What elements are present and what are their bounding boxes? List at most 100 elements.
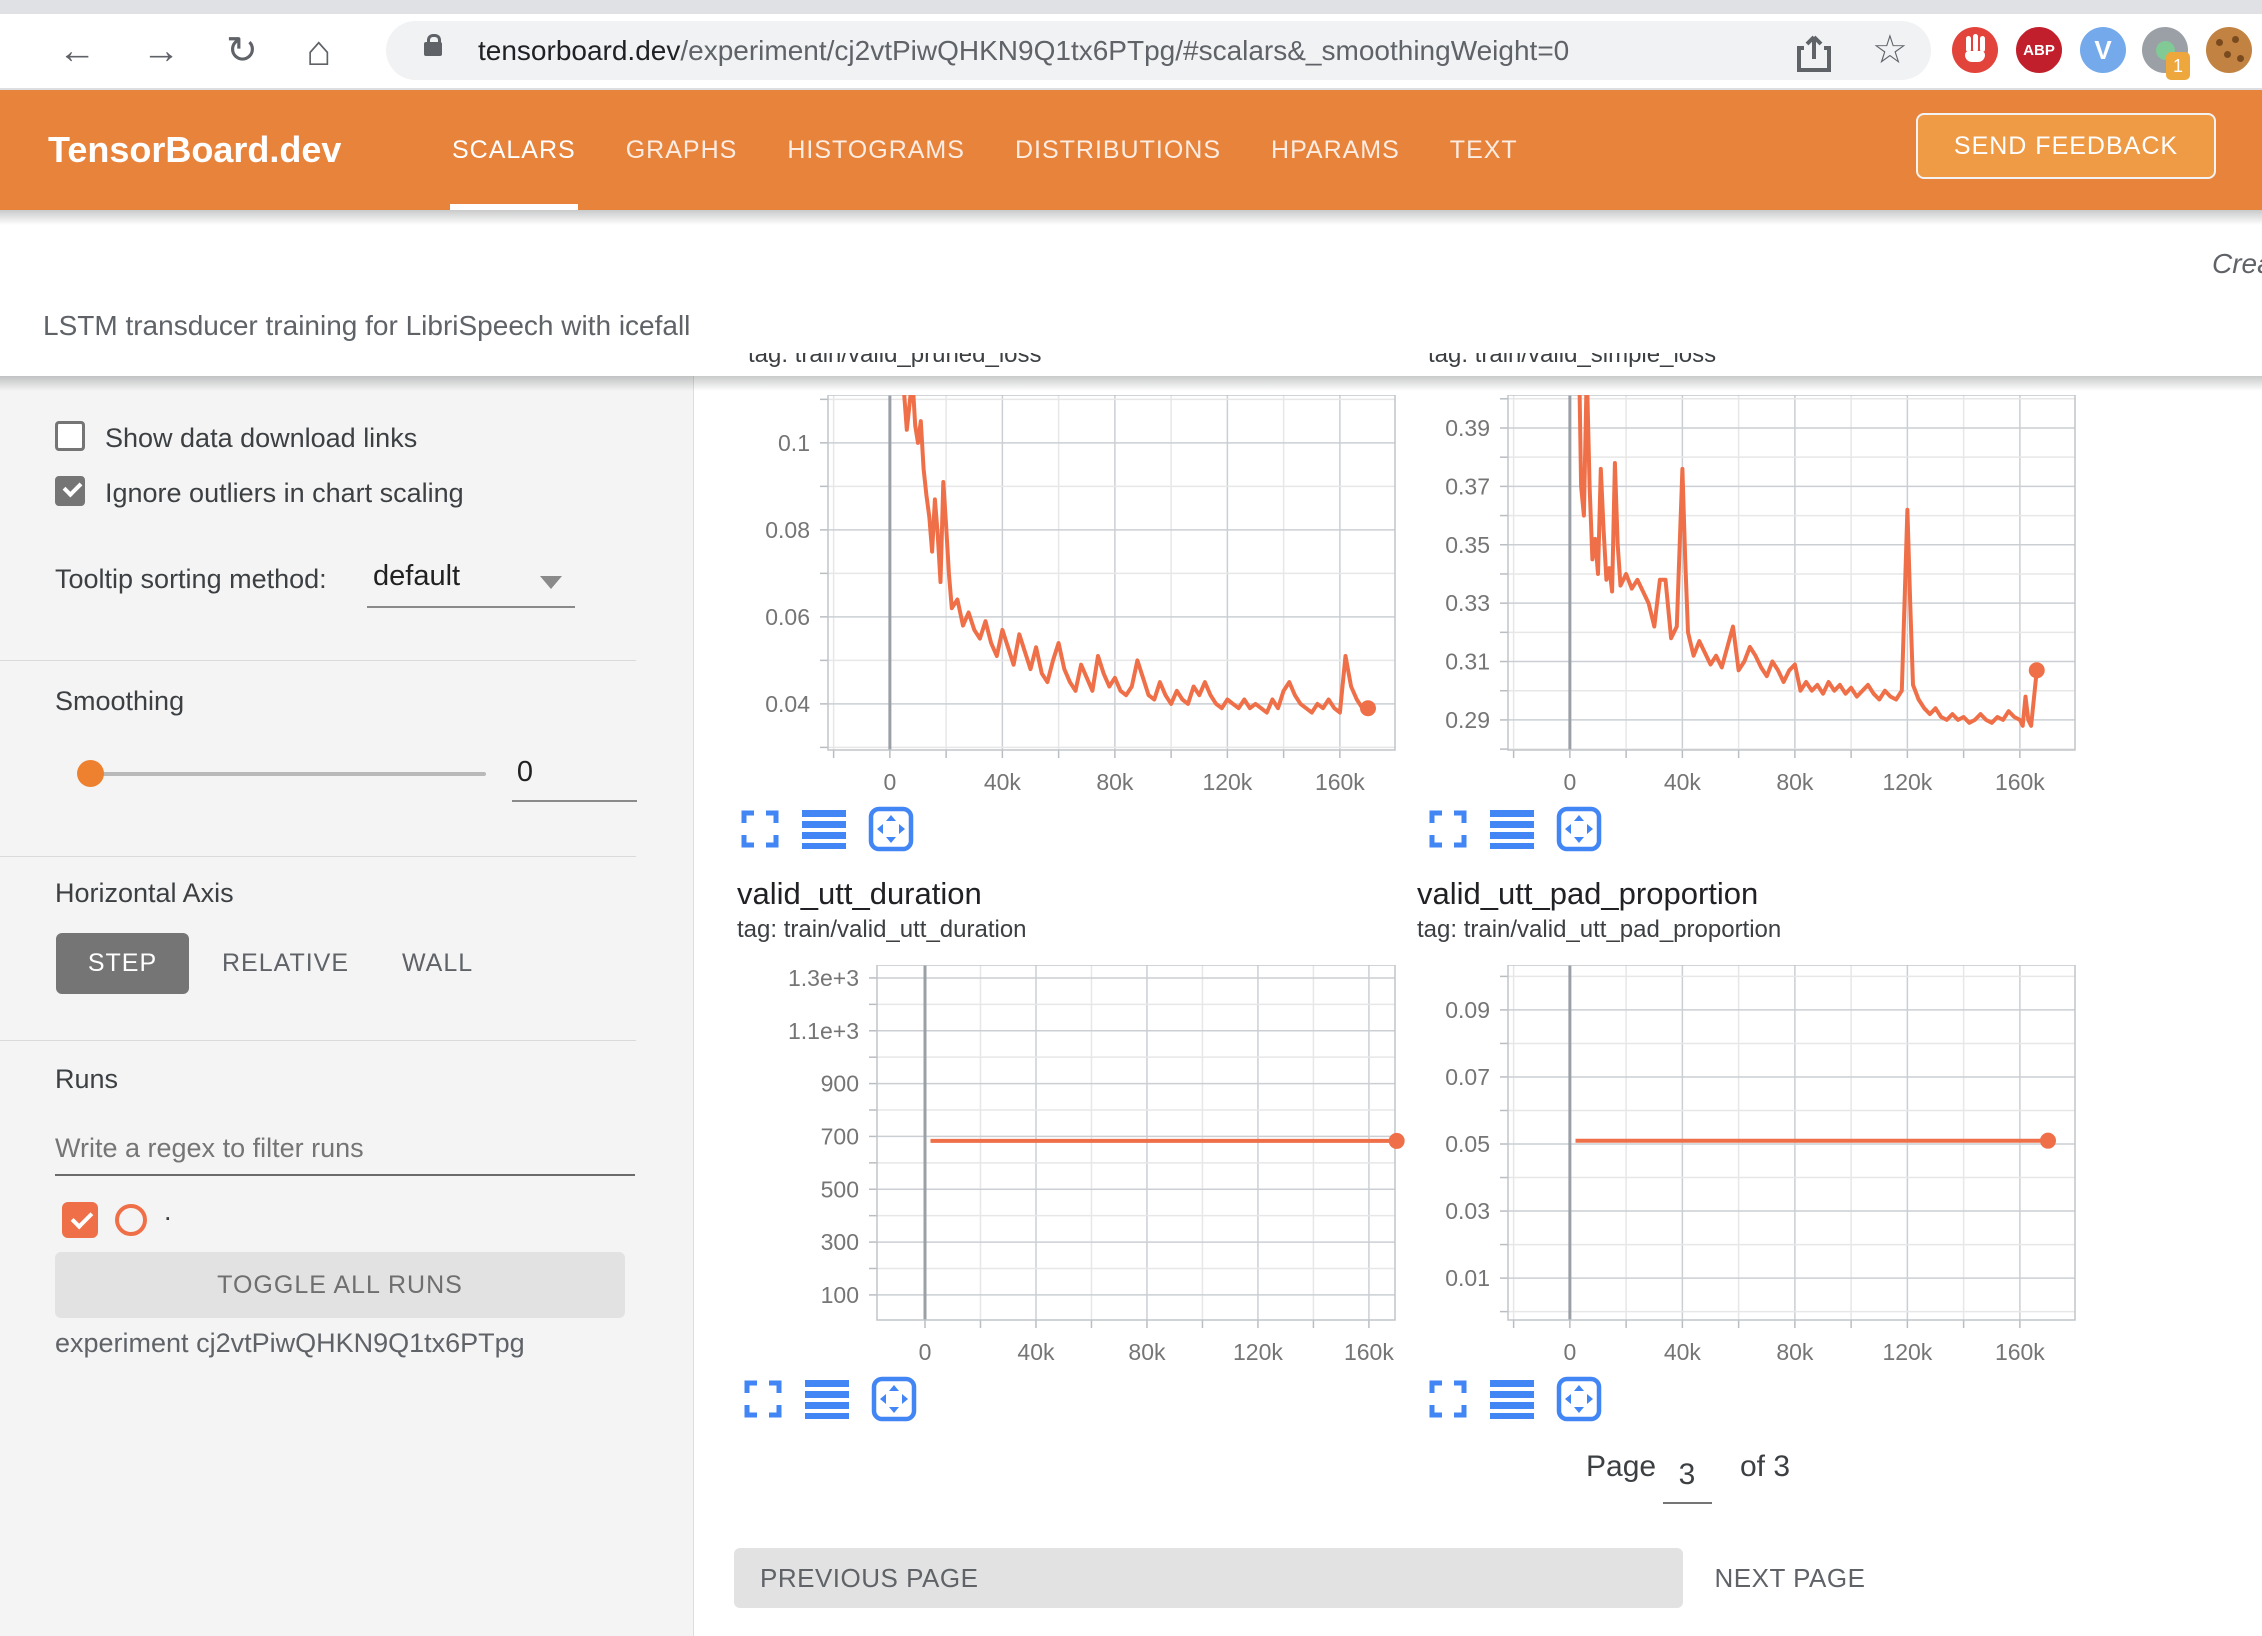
svg-text:0.35: 0.35 [1445,532,1490,558]
svg-text:160k: 160k [1315,769,1365,795]
svg-text:0.37: 0.37 [1445,473,1490,499]
svg-text:80k: 80k [1128,1339,1166,1365]
chart-tag: tag: train/valid_utt_pad_proportion [1417,916,1781,944]
expand-chart-icon[interactable] [743,1379,783,1419]
url-text[interactable]: tensorboard.dev/experiment/cj2vtPiwQHKN9… [478,21,1569,80]
run-table-icon[interactable] [805,1379,849,1419]
svg-text:0.08: 0.08 [765,517,810,543]
chart-tag-clipped: tag: train/valid_pruned_loss [748,353,1042,373]
fit-domain-icon[interactable] [871,1376,917,1422]
scalar-chart[interactable]: 0.010.030.050.070.09040k80k120k160k [1368,965,2105,1375]
ext-v-icon[interactable]: V [2080,27,2126,73]
tab-hparams[interactable]: HPARAMS [1271,90,1400,210]
home-icon[interactable]: ⌂ [306,14,331,88]
tab-text[interactable]: TEXT [1450,90,1518,210]
svg-text:900: 900 [821,1071,859,1097]
scalar-chart[interactable]: 0.290.310.330.350.370.39040k80k120k160k [1368,395,2105,805]
content-top-shadow [0,376,2262,391]
run-color-swatch[interactable] [115,1204,147,1236]
smoothing-value-underline [512,800,637,802]
scalar-chart[interactable]: 1003005007009001.1e+31.3e+3040k80k120k16… [737,965,1425,1375]
page-input-underline [1663,1502,1712,1504]
fit-domain-icon[interactable] [868,806,914,852]
tab-distributions[interactable]: DISTRIBUTIONS [1015,90,1221,210]
share-icon[interactable] [1796,33,1832,73]
svg-text:120k: 120k [1882,769,1932,795]
tab-graphs[interactable]: GRAPHS [626,90,738,210]
page-label: Page [1586,1450,1656,1484]
expand-chart-icon[interactable] [1428,809,1468,849]
tab-histograms[interactable]: HISTOGRAMS [787,90,965,210]
run-checkbox[interactable] [62,1202,98,1238]
page-number-input[interactable]: 3 [1663,1458,1711,1492]
url-host: tensorboard.dev [478,35,680,66]
next-page-button[interactable]: NEXT PAGE [1700,1548,1880,1608]
svg-text:120k: 120k [1882,1339,1932,1365]
run-table-icon[interactable] [802,809,846,849]
send-feedback-button[interactable]: SEND FEEDBACK [1916,113,2216,179]
run-name: . [164,1196,172,1227]
svg-text:160k: 160k [1995,769,2045,795]
svg-text:100: 100 [821,1282,859,1308]
run-table-icon[interactable] [1490,1379,1534,1419]
svg-text:0.1: 0.1 [778,430,810,456]
expand-chart-icon[interactable] [740,809,780,849]
ext-stop-hand-icon[interactable] [1952,27,1998,73]
app-logo[interactable]: TensorBoard.dev [48,90,341,210]
svg-text:0.07: 0.07 [1445,1064,1490,1090]
toggle-all-runs-button[interactable]: TOGGLE ALL RUNS [55,1252,625,1318]
axis-wall-button[interactable]: WALL [402,949,473,978]
smoothing-value-input[interactable]: 0 [505,756,545,789]
ext-cookie-icon[interactable] [2206,27,2252,73]
ext-abp-label: ABP [2023,42,2055,59]
svg-text:1.1e+3: 1.1e+3 [788,1018,859,1044]
forward-icon[interactable]: → [142,14,180,88]
fit-domain-icon[interactable] [1556,806,1602,852]
svg-text:40k: 40k [1017,1339,1055,1365]
run-table-icon[interactable] [1490,809,1534,849]
scalar-chart[interactable]: 0.040.060.080.1040k80k120k160k [688,395,1425,805]
smoothing-slider[interactable] [84,772,486,776]
runs-filter-input[interactable] [55,1122,635,1176]
show-download-checkbox[interactable] [55,421,85,451]
svg-text:0: 0 [883,769,896,795]
chart-tag-clipped: tag: train/valid_simple_loss [1428,353,1716,373]
ignore-outliers-checkbox[interactable] [55,476,85,506]
svg-text:80k: 80k [1776,769,1814,795]
chart-actions [740,806,914,852]
page: ← → ↻ ⌂ tensorboard.dev/experiment/cj2vt… [0,0,2262,1636]
svg-text:0.33: 0.33 [1445,590,1490,616]
show-download-label: Show data download links [105,423,417,454]
chart-actions [1428,1376,1602,1422]
smoothing-label: Smoothing [55,686,184,717]
svg-text:0: 0 [1563,1339,1576,1365]
divider [0,660,636,661]
runs-label: Runs [55,1064,118,1095]
svg-text:80k: 80k [1776,1339,1814,1365]
svg-text:0: 0 [919,1339,932,1365]
smoothing-slider-thumb[interactable] [77,760,104,787]
chevron-down-icon[interactable] [540,576,562,589]
reload-icon[interactable]: ↻ [226,14,258,88]
check-icon [71,1207,94,1230]
svg-text:0.31: 0.31 [1445,649,1490,675]
experiment-title: LSTM transducer training for LibriSpeech… [43,310,690,342]
tab-scalars[interactable]: SCALARS [452,90,576,210]
svg-text:0: 0 [1563,769,1576,795]
tooltip-sorting-select[interactable]: default [373,560,460,593]
svg-text:40k: 40k [984,769,1022,795]
svg-text:0.03: 0.03 [1445,1198,1490,1224]
created-text-fragment: Crea [2212,248,2262,284]
fit-domain-icon[interactable] [1556,1376,1602,1422]
tooltip-sorting-label: Tooltip sorting method: [55,564,327,595]
back-icon[interactable]: ← [58,14,96,88]
previous-page-button[interactable]: PREVIOUS PAGE [734,1548,1683,1608]
axis-relative-button[interactable]: RELATIVE [222,949,349,978]
bookmark-star-icon[interactable]: ☆ [1872,18,1908,82]
axis-step-button[interactable]: STEP [56,933,189,994]
lock-icon [424,42,442,56]
svg-text:500: 500 [821,1176,859,1202]
page-of-label: of 3 [1740,1450,1790,1484]
expand-chart-icon[interactable] [1428,1379,1468,1419]
svg-text:0.09: 0.09 [1445,997,1490,1023]
